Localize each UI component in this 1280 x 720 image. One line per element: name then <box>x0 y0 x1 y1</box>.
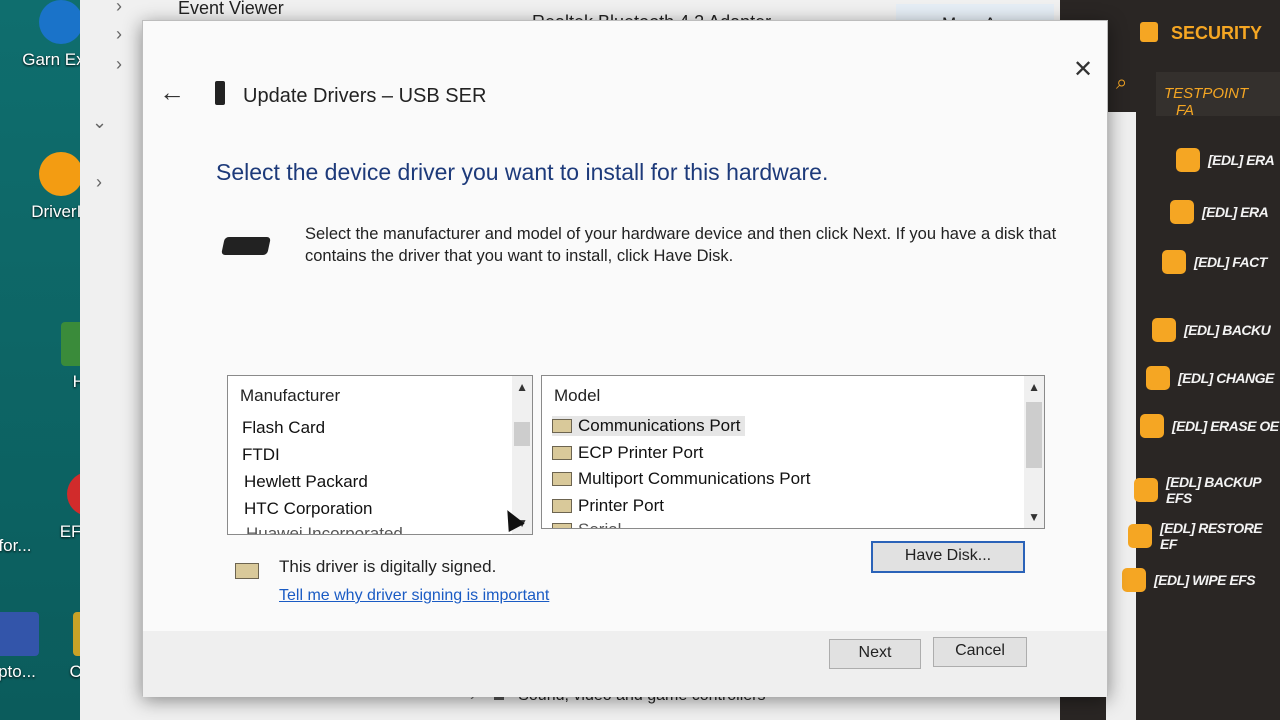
back-arrow-icon[interactable]: ← <box>159 77 185 108</box>
model-item[interactable]: Serial <box>552 520 621 528</box>
cancel-button[interactable]: Cancel <box>933 637 1027 667</box>
dialog-title: Update Drivers – USB SER <box>243 85 487 107</box>
update-drivers-dialog: ← Update Drivers – USB SER ✕ Select the … <box>142 20 1108 697</box>
manufacturer-item[interactable]: Hewlett Packard <box>244 472 368 492</box>
manufacturer-item[interactable]: Huawei Incorporated <box>246 524 403 534</box>
model-item-label: ECP Printer Port <box>578 443 704 462</box>
port-icon <box>552 472 572 486</box>
page-heading: Select the device driver you want to ins… <box>216 159 829 185</box>
manufacturer-item[interactable]: FTDI <box>242 445 280 465</box>
tree-collapse-icon[interactable]: ⌄ <box>92 112 107 133</box>
port-icon <box>552 523 572 528</box>
manufacturer-item[interactable]: Flash Card <box>242 418 325 438</box>
certificate-icon <box>235 563 259 579</box>
model-item[interactable]: Printer Port <box>552 496 664 516</box>
usb-device-icon <box>215 81 225 105</box>
scrollbar-thumb[interactable] <box>1026 402 1042 468</box>
tree-expand-icon[interactable]: › <box>116 0 122 17</box>
security-tabs: TESTPOINT FA <box>1156 72 1280 119</box>
desktop-icon-partial-for[interactable]: for... <box>0 536 70 556</box>
have-disk-button[interactable]: Have Disk... <box>871 541 1025 573</box>
shield-icon <box>0 612 39 656</box>
phone-icon <box>1146 366 1170 390</box>
desktop-icon-label: for... <box>0 536 32 555</box>
port-icon <box>552 446 572 460</box>
model-item[interactable]: Communications Port <box>552 416 745 436</box>
manufacturer-list[interactable]: Manufacturer Flash Card FTDI Hewlett Pac… <box>227 375 533 535</box>
lock-icon <box>1140 22 1158 42</box>
manufacturer-header: Manufacturer <box>240 386 341 405</box>
scrollbar-thumb[interactable] <box>514 422 530 446</box>
scrollbar[interactable] <box>1106 112 1136 720</box>
edl-factory-button[interactable]: [EDL] FACT <box>1162 244 1280 280</box>
reset-icon <box>1162 250 1186 274</box>
tree-expand-icon[interactable]: › <box>116 24 122 45</box>
lock-icon <box>1152 318 1176 342</box>
edl-item-label: [EDL] WIPE EFS <box>1154 572 1256 588</box>
edl-item-label: [EDL] ERASE OE <box>1172 418 1279 434</box>
manufacturer-item[interactable]: HTC Corporation <box>244 499 373 519</box>
edl-backup-button[interactable]: [EDL] BACKU <box>1152 312 1280 348</box>
model-item-label: Printer Port <box>578 496 664 515</box>
edl-item-label: [EDL] BACKUP EFS <box>1166 474 1261 506</box>
close-icon[interactable]: ✕ <box>1073 55 1093 84</box>
security-header-label: SECURITY <box>1171 23 1263 43</box>
edl-erase-button[interactable]: [EDL] ERA <box>1176 142 1280 178</box>
port-icon <box>552 419 572 433</box>
signed-status-text: This driver is digitally signed. <box>279 557 497 576</box>
model-item[interactable]: ECP Printer Port <box>552 443 703 463</box>
tree-item-event-viewer[interactable]: Event Viewer <box>178 0 284 19</box>
model-header: Model <box>554 386 601 405</box>
edl-item-label: [EDL] BACKU <box>1184 322 1271 338</box>
tab-testpoint[interactable]: TESTPOINT <box>1164 85 1248 102</box>
garmin-icon <box>39 0 83 44</box>
tab-partial[interactable]: FA <box>1176 102 1194 119</box>
model-item[interactable]: Multiport Communications Port <box>552 469 810 489</box>
instructions-text: Select the manufacturer and model of you… <box>305 225 1057 265</box>
edl-wipe-efs-button[interactable]: [EDL] WIPE EFS <box>1122 562 1272 598</box>
model-item-label: Multiport Communications Port <box>578 469 811 488</box>
fingerprint-icon <box>1170 200 1194 224</box>
phone-erase-icon <box>1140 414 1164 438</box>
edl-item-label: [EDL] RESTORE EF <box>1160 520 1263 552</box>
next-button[interactable]: Next <box>829 639 921 669</box>
edl-item-label: [EDL] ERA <box>1202 204 1269 220</box>
driver-signing-link[interactable]: Tell me why driver signing is important <box>279 587 549 605</box>
chevron-up-icon[interactable]: ▲ <box>1028 380 1040 394</box>
tree-expand-icon[interactable]: › <box>96 172 102 193</box>
chevron-down-icon[interactable]: ▼ <box>1028 510 1040 524</box>
edl-item-label: [EDL] ERA <box>1208 152 1275 168</box>
stack-icon <box>1122 568 1146 592</box>
eraser-icon <box>1176 148 1200 172</box>
port-icon <box>552 499 572 513</box>
edl-erase-frp-button[interactable]: [EDL] ERA <box>1170 194 1280 230</box>
model-item-label: Serial <box>578 520 621 528</box>
security-header: SECURITY <box>1140 22 1262 44</box>
edl-item-label: [EDL] CHANGE <box>1178 370 1274 386</box>
search-icon[interactable]: ⌕ <box>1116 72 1127 95</box>
model-item-label: Communications Port <box>578 416 741 435</box>
model-scrollbar[interactable]: ▲ ▼ <box>1024 376 1044 528</box>
stack-icon <box>1134 478 1158 502</box>
chevron-up-icon[interactable]: ▲ <box>516 380 528 394</box>
tree-expand-icon[interactable]: › <box>116 54 122 75</box>
edl-item-label: [EDL] FACT <box>1194 254 1267 270</box>
edl-change-button[interactable]: [EDL] CHANGE <box>1146 360 1280 396</box>
stack-icon <box>1128 524 1152 548</box>
driverin-icon <box>39 152 83 196</box>
edl-backup-efs-button[interactable]: [EDL] BACKUP EFS <box>1134 472 1280 508</box>
edl-erase-oem-button[interactable]: [EDL] ERASE OE <box>1140 408 1280 444</box>
model-list[interactable]: Model Communications Port ECP Printer Po… <box>541 375 1045 529</box>
edl-restore-efs-button[interactable]: [EDL] RESTORE EF <box>1128 518 1278 554</box>
hardware-icon <box>221 237 271 255</box>
